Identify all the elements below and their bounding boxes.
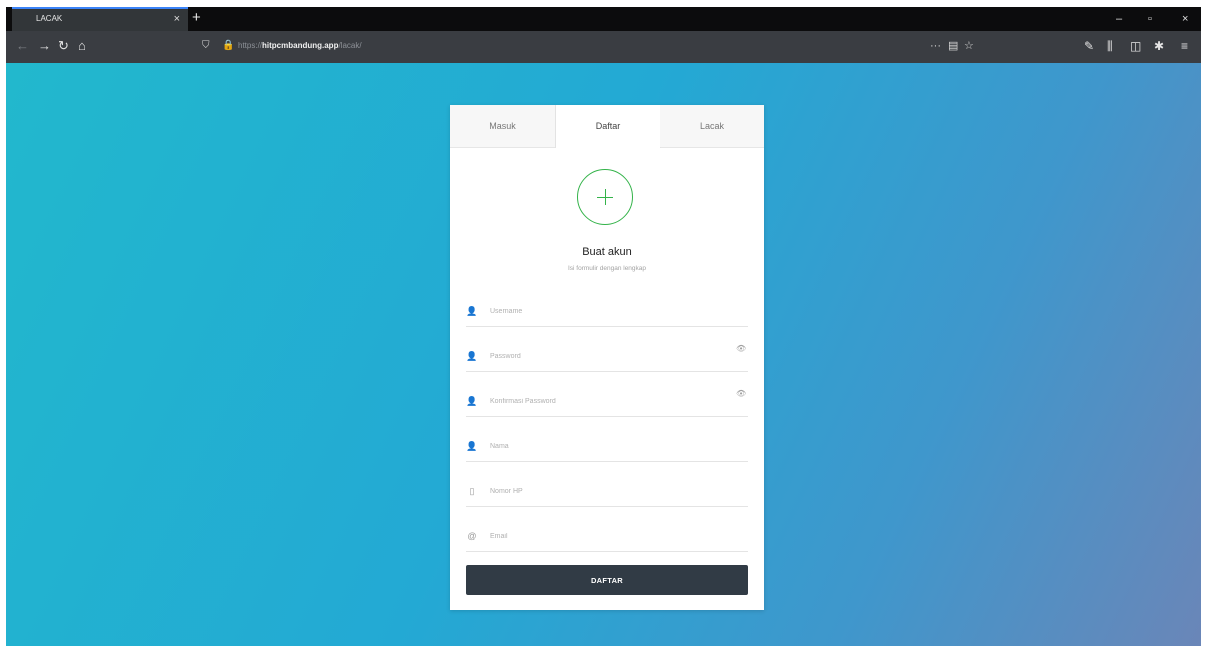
email-field: @ [466, 525, 748, 552]
phone-field: ▯ [466, 480, 748, 507]
username-field: 👤 [466, 300, 748, 327]
address-bar[interactable]: ⛉ 🔒 https://hitpcmbandung.app/lacak/ ···… [192, 35, 980, 57]
form-title: Buat akun [582, 246, 632, 258]
name-input[interactable] [490, 437, 720, 455]
browser-window: LACAK × + – ▫ × ← → ↻ ⌂ ⛉ 🔒 https://hitp… [6, 7, 1201, 646]
plus-circle-icon [577, 169, 633, 225]
user-lock-icon: 👤 [466, 351, 478, 361]
new-tab-icon[interactable]: + [192, 7, 201, 29]
forward-icon[interactable]: → [38, 31, 51, 61]
browser-toolbar: ← → ↻ ⌂ ⛉ 🔒 https://hitpcmbandung.app/la… [6, 31, 1201, 63]
browser-tab[interactable]: LACAK × [12, 7, 188, 31]
tab-masuk[interactable]: Masuk [450, 105, 555, 147]
reader-view-icon[interactable]: ▤ [948, 35, 958, 57]
form-tabs: Masuk Daftar Lacak [450, 105, 764, 148]
home-icon[interactable]: ⌂ [78, 31, 86, 61]
lock-icon[interactable]: 🔒 [222, 35, 234, 57]
daftar-button[interactable]: DAFTAR [466, 565, 748, 595]
url-text[interactable]: https://hitpcmbandung.app/lacak/ [238, 35, 362, 57]
tab-lacak[interactable]: Lacak [660, 105, 764, 147]
email-input[interactable] [490, 527, 720, 545]
form-subtitle: Isi formulir dengan lengkap [567, 265, 647, 272]
user-lock-icon: 👤 [466, 396, 478, 406]
register-card: Masuk Daftar Lacak Buat akun Isi formuli… [450, 105, 764, 610]
password-field: 👤 [466, 345, 748, 372]
tab-strip: LACAK × + – ▫ × [6, 7, 1201, 31]
password-input[interactable] [490, 347, 720, 365]
shield-icon[interactable]: ⛉ [202, 35, 210, 57]
back-icon[interactable]: ← [16, 31, 29, 61]
confirm-password-field: 👤 [466, 390, 748, 417]
eye-icon[interactable]: 👁 [736, 389, 746, 399]
library-icon[interactable]: ⫼ [1107, 31, 1113, 61]
menu-icon[interactable]: ≡ [1181, 31, 1188, 61]
more-actions-icon[interactable]: ··· [930, 35, 941, 57]
url-path: /lacak/ [338, 41, 362, 50]
tools-icon[interactable]: ✎ [1084, 31, 1094, 61]
restore-icon[interactable]: ▫ [1148, 7, 1152, 31]
close-window-icon[interactable]: × [1182, 7, 1188, 31]
user-icon: 👤 [466, 306, 478, 316]
url-host: hitpcmbandung.app [262, 41, 339, 50]
sidebar-icon[interactable]: ◫ [1130, 31, 1141, 61]
phone-icon: ▯ [469, 486, 475, 496]
url-prefix: https:// [238, 41, 263, 50]
at-icon: @ [467, 531, 477, 541]
username-input[interactable] [490, 302, 720, 320]
name-field: 👤 [466, 435, 748, 462]
tab-title: LACAK [36, 14, 63, 23]
page-viewport: Masuk Daftar Lacak Buat akun Isi formuli… [6, 63, 1201, 646]
confirm-password-input[interactable] [490, 392, 720, 410]
bookmark-star-icon[interactable]: ☆ [964, 35, 974, 57]
eye-icon[interactable]: 👁 [736, 344, 746, 354]
close-tab-icon[interactable]: × [174, 9, 180, 29]
minimize-icon[interactable]: – [1116, 7, 1122, 31]
tab-daftar[interactable]: Daftar [555, 105, 661, 148]
user-icon: 👤 [466, 441, 478, 451]
extension-icon[interactable]: ✱ [1154, 31, 1164, 61]
phone-input[interactable] [490, 482, 720, 500]
reload-icon[interactable]: ↻ [58, 31, 69, 61]
